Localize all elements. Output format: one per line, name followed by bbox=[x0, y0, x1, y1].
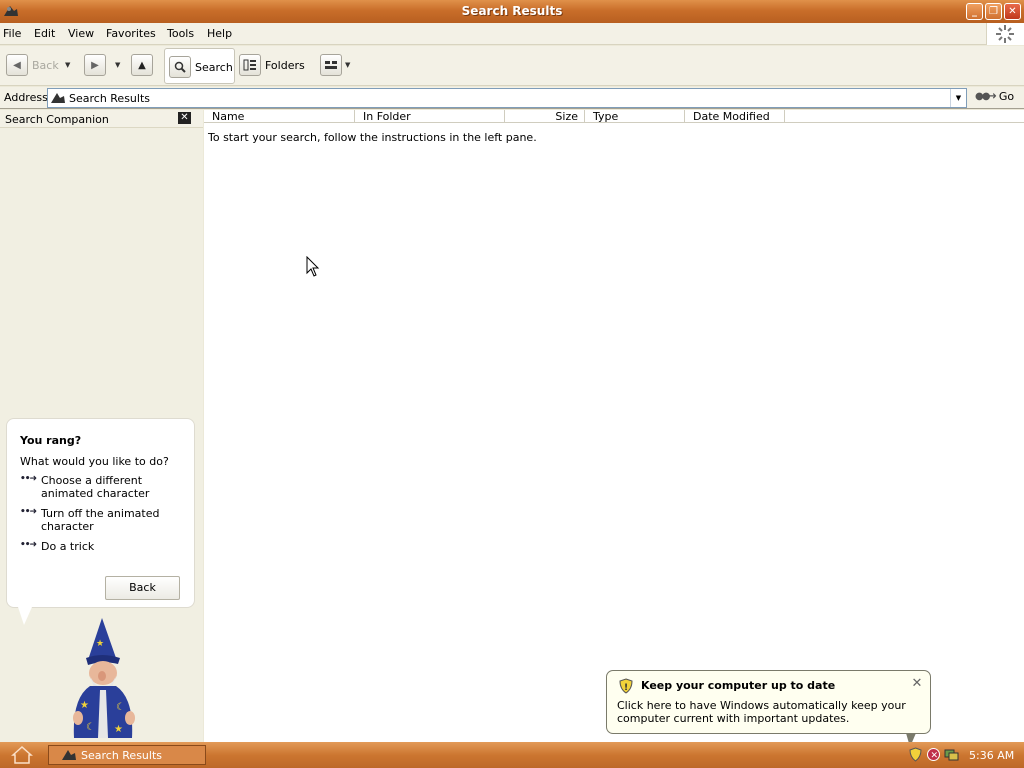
network-icon[interactable] bbox=[944, 747, 959, 762]
menu-file[interactable]: File bbox=[3, 27, 21, 40]
assistant-balloon: You rang? What would you like to do? ••➜… bbox=[6, 418, 195, 608]
toolbar: ◀ Back ▼ ▶ ▼ ▲ Folders ▼ bbox=[0, 46, 1024, 86]
forward-history-dropdown[interactable]: ▼ bbox=[115, 61, 120, 69]
address-value: Search Results bbox=[69, 92, 151, 105]
close-button[interactable]: ✕ bbox=[1004, 3, 1021, 20]
column-in-folder[interactable]: In Folder bbox=[355, 110, 505, 122]
search-results-icon bbox=[51, 93, 65, 103]
start-button[interactable] bbox=[10, 744, 35, 766]
minimize-button[interactable]: _ bbox=[966, 3, 983, 20]
folders-icon bbox=[239, 54, 261, 76]
back-button[interactable]: ◀ Back bbox=[6, 53, 59, 77]
taskbar-item-label: Search Results bbox=[81, 748, 163, 762]
title-bar[interactable]: Search Results _ ❐ ✕ bbox=[0, 0, 1024, 23]
mouse-cursor-icon bbox=[306, 256, 320, 277]
pane-header: Search Companion ✕ bbox=[0, 110, 203, 128]
notification-close-button[interactable]: ✕ bbox=[910, 677, 924, 691]
menu-help[interactable]: Help bbox=[207, 27, 232, 40]
option-change-character[interactable]: ••➜ Choose a different animated characte… bbox=[20, 474, 190, 500]
security-shield-icon[interactable] bbox=[908, 747, 923, 762]
address-label: Address bbox=[4, 91, 48, 104]
forward-button[interactable]: ▶ bbox=[84, 53, 106, 77]
go-button[interactable]: ●●➜ Go bbox=[975, 90, 1014, 103]
column-headers: Name In Folder Size Type Date Modified bbox=[204, 110, 1024, 123]
svg-text:!: ! bbox=[624, 683, 628, 693]
search-button[interactable]: Search bbox=[164, 48, 235, 84]
menu-view[interactable]: View bbox=[68, 27, 94, 40]
merlin-wizard-character[interactable]: ★ ★ ☾ ☾ ★ bbox=[60, 618, 150, 743]
views-button[interactable] bbox=[320, 53, 342, 77]
update-notification[interactable]: ! Keep your computer up to date Click he… bbox=[606, 670, 931, 734]
taskbar: Search Results ✕ 5:36 AM bbox=[0, 742, 1024, 768]
forward-arrow-icon: ▶ bbox=[84, 54, 106, 76]
back-label: Back bbox=[32, 58, 59, 72]
bullet-arrow-icon: ••➜ bbox=[20, 474, 37, 484]
magnifier-icon bbox=[169, 56, 191, 78]
bullet-arrow-icon: ••➜ bbox=[20, 507, 37, 517]
up-folder-icon: ▲ bbox=[131, 54, 153, 76]
svg-text:★: ★ bbox=[114, 724, 123, 735]
folders-button[interactable]: Folders bbox=[239, 53, 305, 77]
balloon-prompt: What would you like to do? bbox=[20, 455, 169, 468]
menu-edit[interactable]: Edit bbox=[34, 27, 55, 40]
option-label: Turn off the animated character bbox=[41, 507, 160, 533]
security-alert-icon[interactable]: ✕ bbox=[926, 747, 941, 762]
notification-body: Click here to have Windows automatically… bbox=[617, 699, 906, 725]
option-label: Choose a different animated character bbox=[41, 474, 150, 500]
option-do-trick[interactable]: ••➜ Do a trick bbox=[20, 540, 190, 553]
go-label: Go bbox=[998, 90, 1015, 103]
svg-text:✕: ✕ bbox=[931, 751, 939, 761]
svg-text:☾: ☾ bbox=[86, 722, 95, 733]
address-input[interactable]: Search Results ▼ bbox=[47, 88, 967, 108]
menu-favorites[interactable]: Favorites bbox=[106, 27, 156, 40]
close-pane-button[interactable]: ✕ bbox=[178, 112, 191, 124]
views-dropdown[interactable]: ▼ bbox=[345, 61, 350, 69]
balloon-back-button[interactable]: Back bbox=[105, 576, 180, 600]
menu-tools[interactable]: Tools bbox=[167, 27, 194, 40]
balloon-heading: You rang? bbox=[20, 434, 82, 447]
column-size[interactable]: Size bbox=[505, 110, 585, 122]
taskbar-item-search-results[interactable]: Search Results bbox=[48, 745, 206, 765]
search-companion-pane: Search Companion ✕ You rang? What would … bbox=[0, 110, 203, 742]
back-history-dropdown[interactable]: ▼ bbox=[65, 61, 70, 69]
loading-spinner-icon bbox=[986, 23, 1024, 45]
column-name[interactable]: Name bbox=[204, 110, 355, 122]
search-label: Search bbox=[195, 60, 233, 74]
taskbar-clock[interactable]: 5:36 AM bbox=[969, 749, 1014, 762]
up-button[interactable]: ▲ bbox=[131, 53, 153, 77]
window-title: Search Results bbox=[461, 4, 563, 18]
address-dropdown[interactable]: ▼ bbox=[950, 89, 966, 107]
bullet-arrow-icon: ••➜ bbox=[20, 540, 37, 550]
empty-results-message: To start your search, follow the instruc… bbox=[208, 131, 537, 144]
go-arrow-icon: ●●➜ bbox=[975, 91, 997, 102]
svg-text:☾: ☾ bbox=[116, 702, 125, 713]
balloon-tail bbox=[18, 607, 32, 625]
svg-text:★: ★ bbox=[80, 700, 89, 711]
results-pane: Name In Folder Size Type Date Modified T… bbox=[204, 110, 1024, 742]
search-results-icon bbox=[62, 750, 76, 760]
security-shield-icon: ! bbox=[619, 678, 633, 694]
pane-title: Search Companion bbox=[5, 113, 109, 126]
option-turn-off-character[interactable]: ••➜ Turn off the animated character bbox=[20, 507, 190, 533]
restore-button[interactable]: ❐ bbox=[985, 3, 1002, 20]
column-type[interactable]: Type bbox=[585, 110, 685, 122]
column-date-modified[interactable]: Date Modified bbox=[685, 110, 785, 122]
folders-label: Folders bbox=[265, 58, 305, 72]
address-bar: Address Search Results ▼ ●●➜ Go bbox=[0, 87, 1024, 109]
back-arrow-icon: ◀ bbox=[6, 54, 28, 76]
menu-bar: File Edit View Favorites Tools Help bbox=[0, 23, 1024, 45]
views-icon bbox=[320, 54, 342, 76]
svg-text:★: ★ bbox=[96, 639, 104, 649]
option-label: Do a trick bbox=[41, 540, 95, 553]
notification-title: Keep your computer up to date bbox=[641, 679, 836, 692]
